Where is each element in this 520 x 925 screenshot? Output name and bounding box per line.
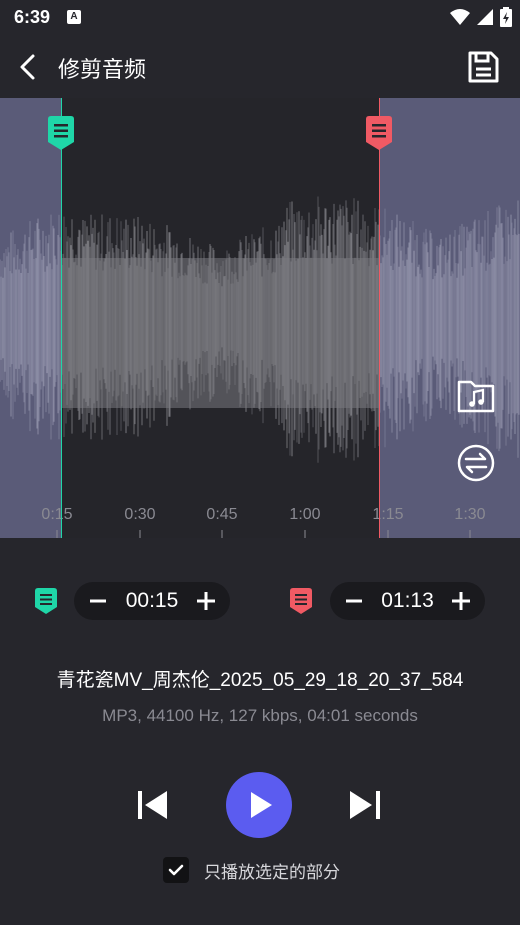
end-time-value[interactable]: 01:13 xyxy=(381,589,434,613)
timeline-tick-label: 0:15 xyxy=(41,506,72,523)
start-marker-icon xyxy=(35,588,57,614)
start-marker-line xyxy=(61,98,62,538)
timeline-tick-label: 1:00 xyxy=(289,506,320,523)
timeline-tick-label: 1:15 xyxy=(372,506,403,523)
music-folder-icon[interactable] xyxy=(456,376,496,416)
file-info: MP3, 44100 Hz, 127 kbps, 04:01 seconds xyxy=(102,706,418,725)
play-button[interactable] xyxy=(226,772,292,838)
start-time-value[interactable]: 00:15 xyxy=(126,589,179,613)
status-bar: 6:39 A xyxy=(0,0,520,36)
notification-icon: A xyxy=(67,10,81,24)
file-name: 青花瓷MV_周杰伦_2025_05_29_18_20_37_584 xyxy=(56,670,464,691)
start-marker-handle[interactable] xyxy=(46,116,76,152)
end-plus-button[interactable] xyxy=(449,589,473,613)
timeline-tick-label: 1:30 xyxy=(454,506,485,523)
skip-next-icon[interactable] xyxy=(346,786,384,824)
swap-icon[interactable] xyxy=(456,443,496,483)
end-minus-button[interactable] xyxy=(342,589,366,613)
timeline-tick-label: 0:45 xyxy=(206,506,237,523)
battery-icon xyxy=(500,7,512,27)
end-marker-handle[interactable] xyxy=(364,116,394,152)
save-icon[interactable] xyxy=(466,50,500,84)
timeline-tick-label: 0:30 xyxy=(124,506,155,523)
system-icons xyxy=(450,7,512,27)
start-plus-button[interactable] xyxy=(194,589,218,613)
waveform: 0:15 0:30 0:45 1:00 1:15 1:30 xyxy=(0,196,520,538)
status-time: 6:39 xyxy=(14,7,51,27)
signal-icon xyxy=(477,9,493,25)
only-selected-label: 只播放选定的部分 xyxy=(204,862,340,882)
back-arrow-icon[interactable] xyxy=(12,50,46,84)
page-title: 修剪音频 xyxy=(58,57,147,82)
only-selected-option[interactable]: 只播放选定的部分 xyxy=(163,857,340,883)
only-selected-checkbox[interactable] xyxy=(163,857,189,883)
start-minus-button[interactable] xyxy=(86,589,110,613)
play-icon xyxy=(251,792,272,818)
plus-icon xyxy=(452,592,470,610)
start-time-stepper: 00:15 xyxy=(74,582,230,620)
skip-previous-icon[interactable] xyxy=(134,786,172,824)
minus-icon xyxy=(346,599,362,603)
check-icon xyxy=(168,864,184,876)
end-marker-icon xyxy=(290,588,312,614)
wifi-icon xyxy=(450,9,470,25)
end-time-stepper: 01:13 xyxy=(330,582,485,620)
app-bar: 修剪音频 xyxy=(0,36,520,99)
end-marker-line xyxy=(379,98,380,538)
waveform-editor[interactable]: 0:15 0:30 0:45 1:00 1:15 1:30 xyxy=(0,98,520,538)
plus-icon xyxy=(197,592,215,610)
minus-icon xyxy=(90,599,106,603)
